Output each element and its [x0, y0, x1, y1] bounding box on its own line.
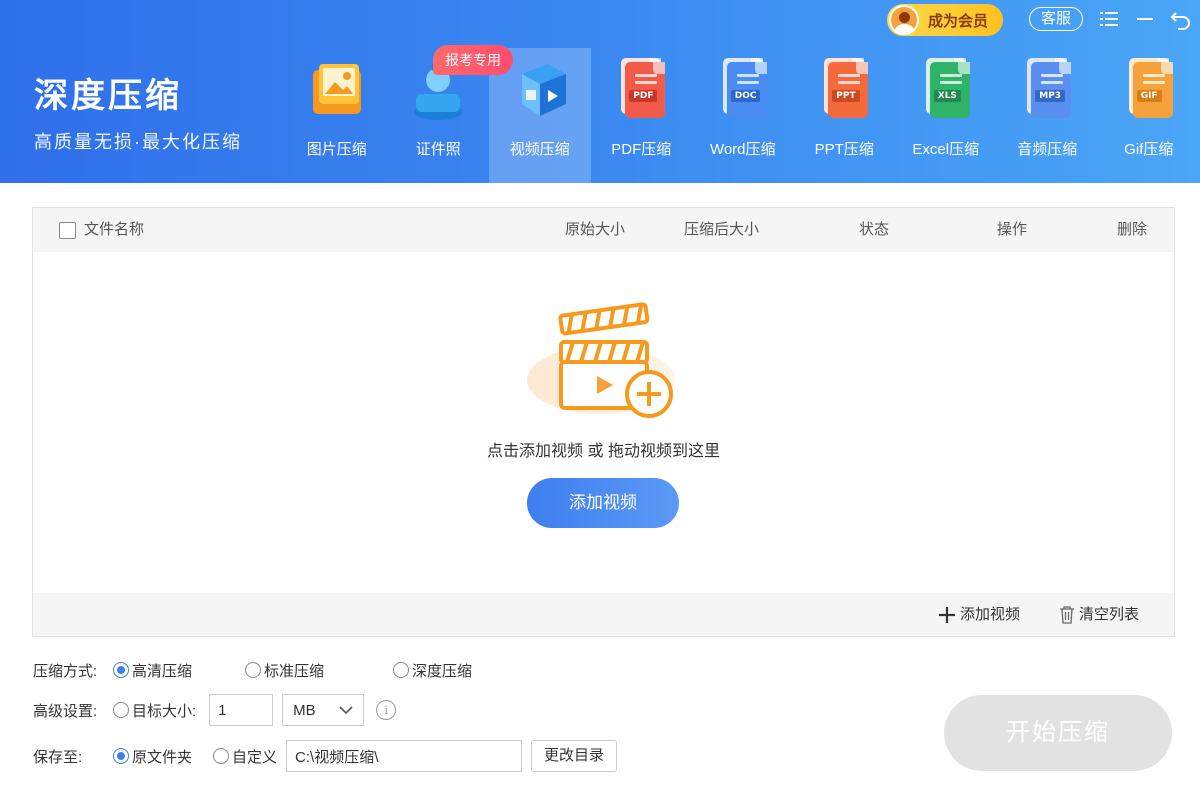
tab-gif-compress[interactable]: GIF Gif压缩: [1098, 48, 1200, 183]
change-directory-button[interactable]: 更改目录: [531, 740, 618, 772]
customer-service-button[interactable]: 客服: [1029, 7, 1083, 31]
tab-audio-compress[interactable]: MP3 音频压缩: [997, 48, 1099, 183]
video-compress-icon: [508, 54, 572, 126]
file-type-tag: GIF: [1136, 90, 1162, 102]
clear-list-button[interactable]: 清空列表: [1058, 593, 1139, 636]
column-file-name: 文件名称: [84, 221, 145, 238]
advanced-settings-label: 高级设置:: [33, 702, 98, 720]
tab-word-compress[interactable]: DOC Word压缩: [692, 48, 794, 183]
compress-mode-label: 压缩方式:: [33, 662, 98, 680]
radio-label: 高清压缩: [132, 662, 193, 680]
exam-special-badge: 报考专用: [433, 45, 513, 75]
minimize-icon[interactable]: [1134, 8, 1156, 30]
file-type-tag: DOC: [730, 90, 761, 102]
tab-label: Gif压缩: [1124, 141, 1174, 158]
empty-drop-zone[interactable]: 点击添加视频 或 拖动视频到这里 添加视频: [33, 252, 1174, 594]
file-type-tag: MP3: [1035, 90, 1066, 102]
clear-list-label: 清空列表: [1079, 606, 1140, 623]
back-arrow-icon[interactable]: [1170, 8, 1192, 30]
start-compress-button[interactable]: 开始压缩: [944, 695, 1172, 771]
footer-add-video-button[interactable]: 添加视频: [937, 593, 1020, 636]
tab-label: Word压缩: [709, 141, 776, 158]
radio-label: 自定义: [232, 748, 278, 766]
tab-ppt-compress[interactable]: PPT PPT压缩: [794, 48, 896, 183]
save-location-row: 保存至: 原文件夹 自定义 更改目录: [33, 740, 618, 772]
column-delete: 删除: [1117, 221, 1148, 238]
ppt-icon: PPT: [812, 54, 876, 126]
size-unit-value: MB: [293, 701, 316, 719]
file-list-panel: 文件名称 原始大小 压缩后大小 状态 操作 删除 点击添加视频 或 拖动视频到这…: [32, 207, 1175, 637]
video-clapper-add-icon: [527, 302, 675, 418]
table-header: 文件名称 原始大小 压缩后大小 状态 操作 删除: [33, 208, 1174, 252]
tab-label: 图片压缩: [306, 141, 367, 158]
radio-hd-compress[interactable]: 高清压缩: [113, 660, 192, 681]
radio-original-folder[interactable]: 原文件夹: [113, 746, 192, 767]
become-vip-button[interactable]: 成为会员: [887, 4, 1003, 36]
radio-standard-compress[interactable]: 标准压缩: [245, 660, 324, 681]
footer-add-label: 添加视频: [960, 606, 1021, 623]
tab-label: Excel压缩: [912, 141, 980, 158]
image-compress-icon: [305, 54, 369, 126]
radio-deep-compress[interactable]: 深度压缩: [393, 660, 472, 681]
radio-label: 标准压缩: [264, 662, 325, 680]
pdf-icon: PDF: [609, 54, 673, 126]
compress-mode-row: 压缩方式: 高清压缩 标准压缩 深度压缩: [33, 659, 472, 681]
tab-label: 音频压缩: [1017, 141, 1078, 158]
app-subtitle: 高质量无损·最大化压缩: [34, 132, 242, 152]
radio-label: 原文件夹: [132, 748, 193, 766]
gif-icon: GIF: [1117, 54, 1181, 126]
advanced-settings-row: 高级设置: 目标大小: MB i: [33, 694, 397, 726]
radio-label: 目标大小:: [132, 702, 197, 720]
brand: 深度压缩 高质量无损·最大化压缩: [34, 74, 242, 154]
select-all-checkbox[interactable]: [59, 222, 76, 239]
save-to-label: 保存至:: [33, 748, 83, 766]
tab-label: PDF压缩: [611, 141, 672, 158]
excel-icon: XLS: [914, 54, 978, 126]
file-type-tag: XLS: [933, 90, 961, 102]
file-type-tag: PPT: [832, 90, 860, 102]
tab-label: 证件照: [415, 141, 461, 158]
audio-icon: MP3: [1015, 54, 1079, 126]
column-status: 状态: [859, 221, 890, 238]
column-action: 操作: [997, 221, 1028, 238]
chevron-down-icon: [339, 706, 353, 715]
app-header: 深度压缩 高质量无损·最大化压缩 成为会员 客服 报考专用 图片压缩 证件照 视…: [0, 0, 1200, 183]
app-title: 深度压缩: [34, 77, 182, 115]
file-type-tag: PDF: [629, 90, 658, 102]
tool-tabs: 图片压缩 证件照 视频压缩 PDF PDF压缩 DOC Word压缩 PPT P…: [286, 48, 1200, 183]
tab-label: PPT压缩: [814, 141, 874, 158]
menu-icon[interactable]: [1098, 8, 1120, 30]
trash-icon: [1060, 605, 1074, 624]
info-icon[interactable]: i: [376, 700, 397, 720]
tab-label: 视频压缩: [509, 141, 570, 158]
column-compressed-size: 压缩后大小: [684, 221, 760, 238]
tab-image-compress[interactable]: 图片压缩: [286, 48, 388, 183]
avatar: [889, 5, 919, 35]
word-icon: DOC: [711, 54, 775, 126]
radio-custom-folder[interactable]: 自定义: [213, 746, 277, 767]
panel-footer: 添加视频 清空列表: [33, 593, 1174, 636]
column-original-size: 原始大小: [565, 221, 626, 238]
radio-label: 深度压缩: [412, 662, 473, 680]
drop-hint: 点击添加视频 或 拖动视频到这里: [487, 443, 720, 460]
size-unit-select[interactable]: MB: [282, 694, 365, 726]
tab-excel-compress[interactable]: XLS Excel压缩: [895, 48, 997, 183]
save-path-input[interactable]: [286, 740, 523, 772]
plus-icon: [939, 606, 955, 623]
add-video-button[interactable]: 添加视频: [527, 478, 679, 528]
vip-label: 成为会员: [928, 12, 989, 30]
radio-target-size[interactable]: 目标大小:: [113, 700, 196, 721]
target-size-input[interactable]: [209, 694, 274, 726]
tab-pdf-compress[interactable]: PDF PDF压缩: [591, 48, 693, 183]
